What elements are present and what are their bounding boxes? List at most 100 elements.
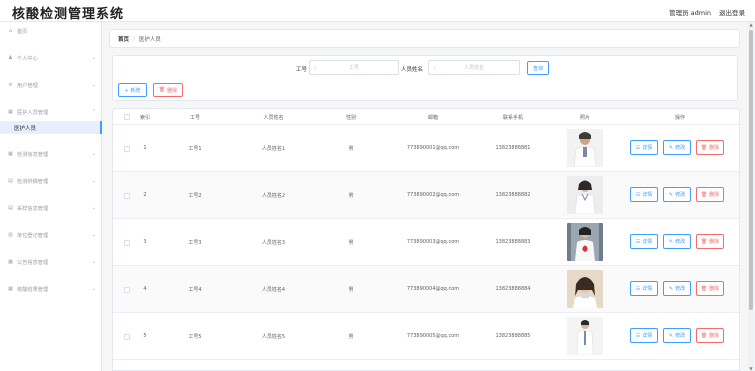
cell-index: 3 [143, 239, 147, 245]
header-actions: 操作 [674, 115, 685, 121]
breadcrumb-home[interactable]: 首页 [118, 35, 129, 43]
sidebar-item-personal-center[interactable]: ♟ 个人中心 ⌄ [0, 51, 102, 65]
staff-photo [567, 223, 603, 261]
id-placeholder: 工号 [348, 65, 359, 71]
scroll-up-icon[interactable]: ▲ [748, 22, 754, 27]
name-search-input[interactable]: ⌕ 人员姓名 [428, 60, 520, 75]
edit-icon: ✎ [668, 332, 674, 339]
header-email: 邮箱 [427, 115, 438, 121]
sidebar-item-announcements[interactable]: ▦ 公告信息管理 ⌄ [0, 255, 102, 269]
row-checkbox[interactable] [124, 240, 130, 246]
delete-button[interactable]: 🗑 删除 [696, 281, 724, 296]
detail-icon: ☷ [635, 238, 641, 245]
logout-link[interactable]: 退出登录 [719, 7, 745, 17]
detail-button[interactable]: ☷ 详情 [630, 281, 658, 296]
delete-button[interactable]: 🗑 删除 [696, 234, 724, 249]
cell-name: 人员姓名4 [261, 287, 286, 293]
user-label[interactable]: 管理员 admin [669, 7, 711, 17]
row-checkbox[interactable] [124, 193, 130, 199]
cell-name: 人员姓名1 [261, 146, 286, 152]
page-scrollbar[interactable]: ▲ ▼ [748, 22, 754, 371]
detail-icon: ☷ [635, 332, 641, 339]
cell-id: 工号1 [188, 146, 202, 152]
delete-button[interactable]: 🗑 删除 [696, 187, 724, 202]
row-checkbox[interactable] [124, 334, 130, 340]
scroll-down-icon[interactable]: ▼ [748, 366, 754, 371]
row-checkbox[interactable] [124, 146, 130, 152]
trash-icon: 🗑 [700, 191, 708, 198]
row-checkbox[interactable] [124, 287, 130, 293]
edit-icon: ✎ [668, 238, 674, 245]
chart-icon: ▥ [8, 231, 13, 238]
detail-label: 详情 [642, 239, 653, 245]
sidebar-item-unit-registration[interactable]: ▥ 单位登记管理 ⌄ [0, 228, 102, 242]
bulk-delete-button[interactable]: 🗑 删除 [153, 83, 183, 97]
cell-id: 工号3 [188, 240, 202, 246]
id-search-input[interactable]: ⌕ 工号 [309, 60, 399, 75]
edit-button[interactable]: ✎ 修改 [663, 328, 691, 343]
top-right-actions: 管理员 admin 退出登录 [669, 7, 745, 17]
cell-phone: 13823888884 [495, 286, 531, 292]
detail-button[interactable]: ☷ 详情 [630, 140, 658, 155]
trash-icon: 🗑 [700, 238, 708, 245]
edit-button[interactable]: ✎ 修改 [663, 281, 691, 296]
header-phone: 联系手机 [502, 115, 523, 121]
users-icon: ≡ [8, 81, 13, 88]
grid-icon: ▦ [8, 150, 13, 157]
detail-icon: ☷ [635, 285, 641, 292]
cell-index: 5 [143, 333, 147, 339]
grid-icon: ▦ [8, 258, 13, 265]
breadcrumb: 首页 / 医护人员 [109, 29, 740, 48]
cell-gender: 男 [348, 287, 354, 293]
detail-button[interactable]: ☷ 详情 [630, 234, 658, 249]
edit-button[interactable]: ✎ 修改 [663, 234, 691, 249]
header-photo: 照片 [579, 115, 590, 121]
detail-icon: ☷ [635, 191, 641, 198]
sidebar-item-label: 单位登记管理 [17, 232, 49, 239]
detail-label: 详情 [642, 192, 653, 198]
sidebar-item-label: 检测供稿管理 [17, 178, 49, 185]
cell-name: 人员姓名3 [261, 240, 286, 246]
grid-icon: ▦ [8, 108, 13, 115]
sidebar-item-test-info[interactable]: ▦ 检测信息管理 ⌄ [0, 147, 102, 161]
sidebar-item-test-supply[interactable]: ▤ 检测供稿管理 ⌄ [0, 174, 102, 188]
sidebar-item-label: 公告信息管理 [17, 259, 49, 266]
edit-button[interactable]: ✎ 修改 [663, 140, 691, 155]
cell-email: 773890003@qq.com [406, 239, 460, 245]
table-row: 5 工号5 人员姓名5 男 773890005@qq.com 138238888… [113, 313, 739, 360]
query-button[interactable]: 查询 [527, 61, 549, 75]
staff-photo [567, 270, 603, 308]
cell-name: 人员姓名2 [261, 193, 286, 199]
cell-email: 773890004@qq.com [406, 286, 460, 292]
cell-index: 1 [143, 145, 147, 151]
sidebar-item-sampling[interactable]: ▤ 采样信息管理 ⌄ [0, 201, 102, 215]
delete-label: 删除 [709, 192, 720, 198]
add-button[interactable]: + 新增 [118, 83, 147, 97]
name-label: 人员姓名 [401, 67, 424, 73]
sidebar-item-medical-staff[interactable]: ▦ 医护人员管理 ⌃ [0, 105, 102, 119]
staff-photo [567, 176, 603, 214]
cell-phone: 13823888885 [495, 333, 531, 339]
select-all-checkbox[interactable] [124, 114, 130, 120]
detail-button[interactable]: ☷ 详情 [630, 328, 658, 343]
name-placeholder: 人员姓名 [463, 65, 484, 71]
chevron-down-icon: ⌄ [91, 178, 96, 184]
sidebar-item-user-mgmt[interactable]: ≡ 用户管理 ⌄ [0, 78, 102, 92]
header-name: 人员姓名 [263, 115, 284, 121]
table-row: 1 工号1 人员姓名1 男 773890001@qq.com 138238888… [113, 125, 739, 172]
bulk-delete-label: 删除 [167, 87, 178, 94]
edit-icon: ✎ [668, 144, 674, 151]
cell-gender: 男 [348, 240, 354, 246]
chevron-down-icon: ⌄ [91, 286, 96, 292]
chevron-down-icon: ⌄ [91, 259, 96, 265]
delete-button[interactable]: 🗑 删除 [696, 328, 724, 343]
sidebar-subitem-staff[interactable]: 医护人员 [0, 121, 102, 134]
delete-button[interactable]: 🗑 删除 [696, 140, 724, 155]
edit-icon: ✎ [668, 285, 674, 292]
edit-button[interactable]: ✎ 修改 [663, 187, 691, 202]
sidebar-item-results[interactable]: ▦ 核酸结果管理 ⌄ [0, 282, 102, 296]
sidebar-item-home[interactable]: ⌂ 首页 [0, 24, 102, 38]
scrollbar-thumb[interactable] [749, 30, 753, 310]
cell-gender: 男 [348, 193, 354, 199]
detail-button[interactable]: ☷ 详情 [630, 187, 658, 202]
